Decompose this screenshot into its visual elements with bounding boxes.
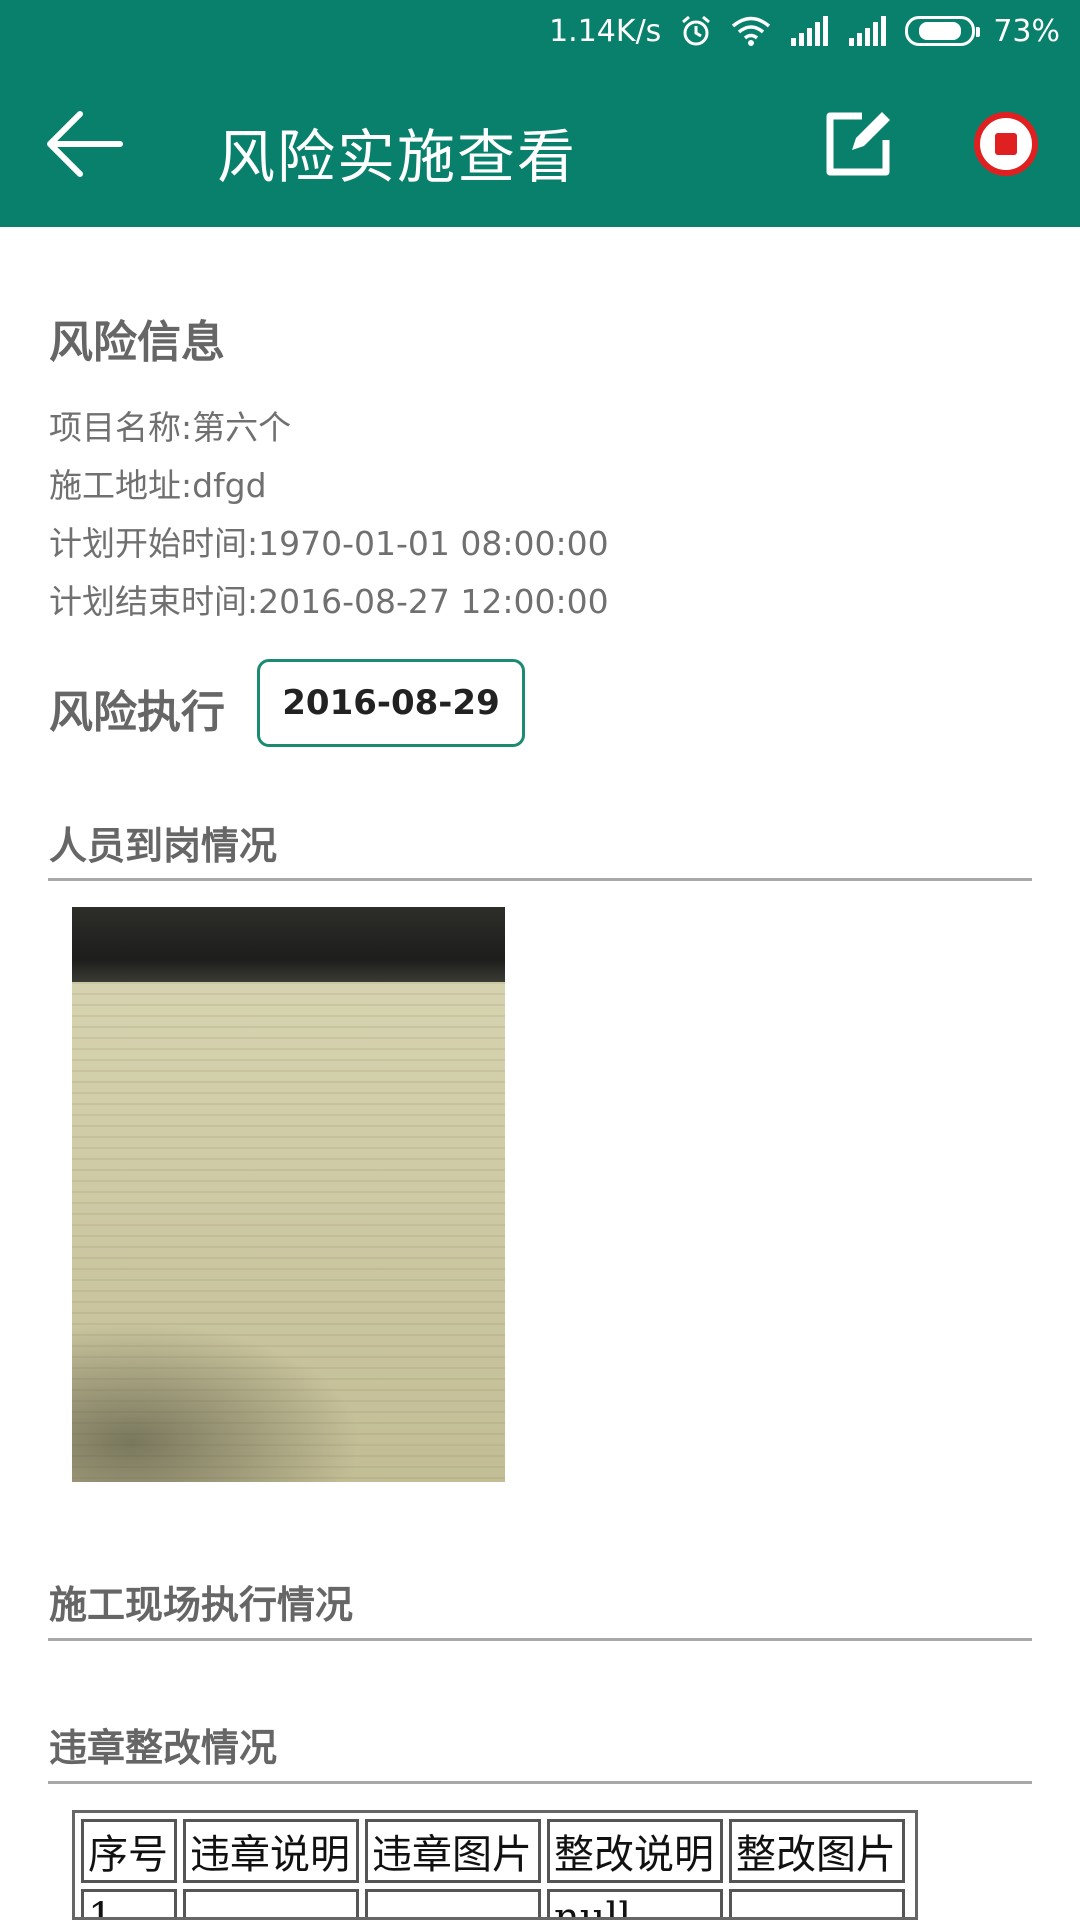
back-button[interactable] <box>44 108 124 180</box>
signal-icon <box>847 16 887 46</box>
photo-keyboard-edge <box>72 907 505 982</box>
alarm-icon <box>679 14 713 48</box>
edit-button[interactable] <box>822 108 894 180</box>
table-header-row: 序号 违章说明 违章图片 整改说明 整改图片 <box>81 1819 905 1883</box>
record-stop-icon <box>974 112 1038 176</box>
app-bar: 1.14K/s 73% 风险实施查看 <box>0 0 1080 227</box>
divider <box>48 1638 1032 1641</box>
toolbar: 风险实施查看 <box>0 88 1080 198</box>
table-cell: null <box>547 1889 723 1917</box>
violation-title: 违章整改情况 <box>49 1726 278 1770</box>
exec-date-selector[interactable]: 2016-08-29 <box>257 659 525 747</box>
page-title: 风险实施查看 <box>217 123 578 191</box>
site-exec-title: 施工现场执行情况 <box>49 1583 354 1627</box>
plan-end-time: 计划结束时间:2016-08-27 12:00:00 <box>49 582 609 621</box>
table-cell: 1 <box>81 1889 177 1917</box>
column-header: 序号 <box>81 1819 177 1883</box>
battery-level <box>919 22 962 40</box>
project-name: 项目名称:第六个 <box>49 408 292 447</box>
staff-photo[interactable] <box>72 907 505 1482</box>
plan-start-time: 计划开始时间:1970-01-01 08:00:00 <box>49 524 609 563</box>
table-cell <box>729 1889 905 1917</box>
edit-icon <box>826 112 890 176</box>
back-arrow-icon <box>47 111 123 177</box>
risk-info-title: 风险信息 <box>49 317 225 368</box>
divider <box>48 878 1032 881</box>
violation-table: 序号 违章说明 违章图片 整改说明 整改图片 1 null <box>72 1810 918 1920</box>
table-row[interactable]: 1 null <box>81 1889 905 1917</box>
table-cell <box>365 1889 541 1917</box>
column-header: 整改图片 <box>729 1819 905 1883</box>
photo-shadow <box>72 1322 362 1482</box>
column-header: 违章图片 <box>365 1819 541 1883</box>
wifi-icon <box>731 15 771 47</box>
divider <box>48 1781 1032 1784</box>
construction-address: 施工地址:dfgd <box>49 466 267 505</box>
risk-exec-title: 风险执行 <box>49 687 225 738</box>
record-button[interactable] <box>970 108 1042 180</box>
column-header: 整改说明 <box>547 1819 723 1883</box>
table-cell <box>183 1889 359 1917</box>
battery-icon <box>905 16 981 46</box>
status-bar: 1.14K/s 73% <box>0 0 1080 62</box>
column-header: 违章说明 <box>183 1819 359 1883</box>
network-speed: 1.14K/s <box>549 13 662 49</box>
signal-icon <box>789 16 829 46</box>
battery-percent: 73% <box>993 13 1060 49</box>
staff-presence-title: 人员到岗情况 <box>49 824 278 868</box>
